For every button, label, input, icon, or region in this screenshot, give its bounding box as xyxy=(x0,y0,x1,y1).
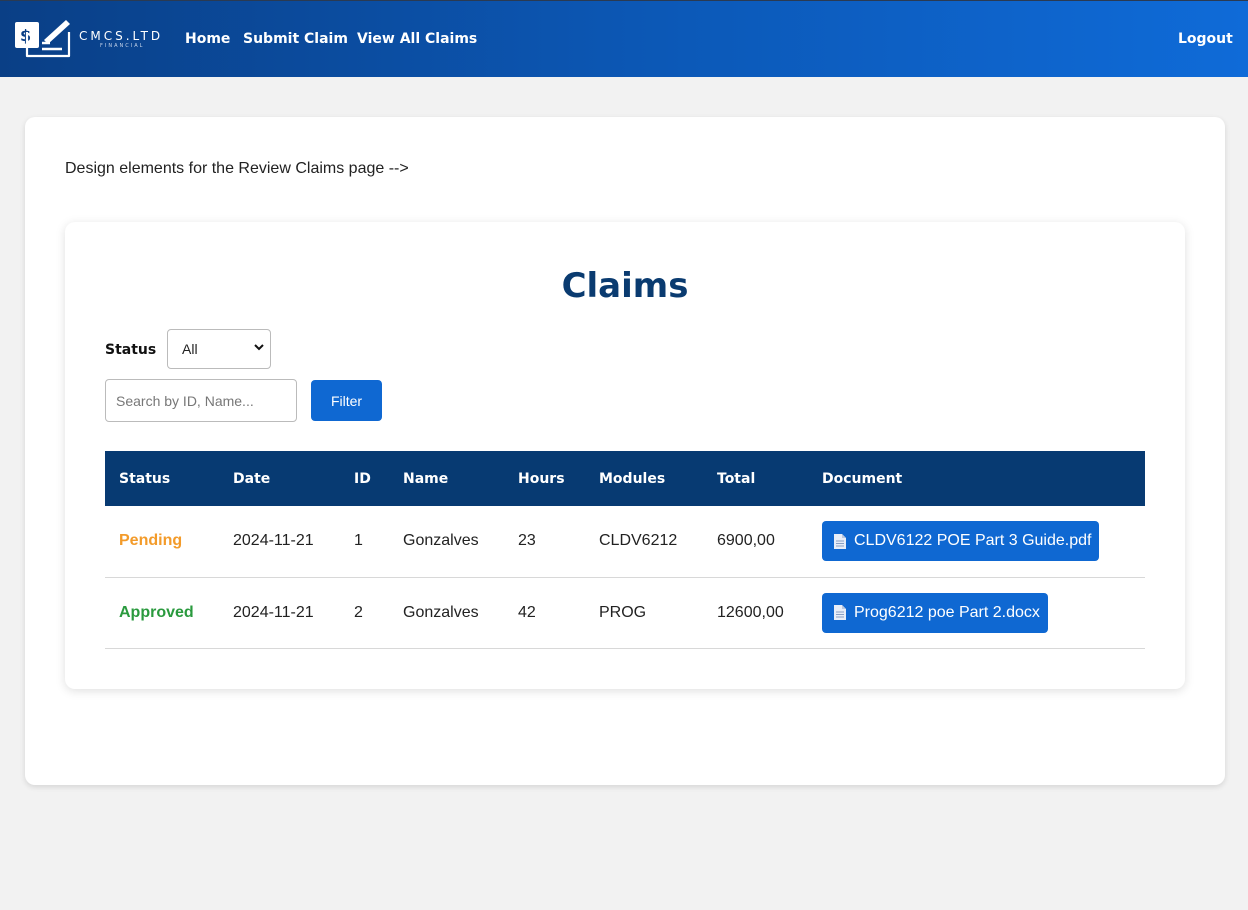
header-hours: Hours xyxy=(518,470,565,487)
status-badge-pending: Pending xyxy=(119,532,183,550)
cell-id: 1 xyxy=(354,532,363,550)
search-input[interactable] xyxy=(105,379,297,422)
status-filter-select[interactable]: All xyxy=(167,329,271,369)
status-badge-approved: Approved xyxy=(119,603,194,621)
cell-modules: CLDV6212 xyxy=(599,532,678,550)
cell-date: 2024-11-21 xyxy=(233,603,314,621)
page-container-card: Design elements for the Review Claims pa… xyxy=(25,117,1225,785)
cell-name: Gonzalves xyxy=(403,532,479,550)
cell-id: 2 xyxy=(354,603,363,621)
brand-logo[interactable]: $ CMCS.LTD FINANCIAL xyxy=(14,18,164,62)
svg-text:$: $ xyxy=(20,26,31,45)
cell-document: Prog6212 poe Part 2.docx xyxy=(808,577,1145,648)
file-icon xyxy=(834,533,846,549)
header-modules: Modules xyxy=(599,470,666,487)
brand-name: CMCS.LTD xyxy=(79,29,164,43)
design-note-text: Design elements for the Review Claims pa… xyxy=(65,160,409,177)
document-download-button[interactable]: CLDV6122 POE Part 3 Guide.pdf xyxy=(822,521,1100,562)
claims-table: Status Date ID Name Hours Modules Total … xyxy=(105,451,1145,649)
filter-button[interactable]: Filter xyxy=(311,380,382,421)
nav-view-all-claims-link[interactable]: View All Claims xyxy=(357,31,477,47)
chevron-down-icon xyxy=(254,344,264,351)
header-total: Total xyxy=(717,470,756,487)
document-filename: CLDV6122 POE Part 3 Guide.pdf xyxy=(854,532,1092,550)
document-download-button[interactable]: Prog6212 poe Part 2.docx xyxy=(822,592,1048,633)
header-document: Document xyxy=(822,470,903,487)
table-row: Approved 2024-11-21 2 Gonzalves 42 PROG … xyxy=(105,577,1145,648)
page-title: Claims xyxy=(561,266,689,306)
cell-document: CLDV6122 POE Part 3 Guide.pdf xyxy=(808,506,1145,577)
cell-name: Gonzalves xyxy=(403,603,479,621)
status-filter-label: Status xyxy=(105,342,157,358)
table-row: Pending 2024-11-21 1 Gonzalves 23 CLDV62… xyxy=(105,506,1145,577)
cell-total: 6900,00 xyxy=(717,532,775,550)
document-filename: Prog6212 poe Part 2.docx xyxy=(854,603,1040,621)
brand-tagline: FINANCIAL xyxy=(100,43,145,49)
cell-date: 2024-11-21 xyxy=(233,532,314,550)
top-navbar: $ CMCS.LTD FINANCIAL Home Submit Claim V… xyxy=(0,0,1248,77)
cell-hours: 42 xyxy=(518,603,536,621)
table-header-row: Status Date ID Name Hours Modules Total … xyxy=(105,451,1145,506)
claims-card: Claims Status All Filter Status Date ID … xyxy=(65,222,1185,689)
cell-hours: 23 xyxy=(518,532,536,550)
header-status: Status xyxy=(119,470,171,487)
status-filter-selected-value: All xyxy=(182,341,198,357)
file-icon xyxy=(834,605,846,620)
header-id: ID xyxy=(354,470,371,487)
nav-home-link[interactable]: Home xyxy=(185,31,230,47)
cell-modules: PROG xyxy=(599,603,647,621)
nav-submit-claim-link[interactable]: Submit Claim xyxy=(243,31,348,47)
document-dollar-pen-icon: $ xyxy=(15,20,71,58)
header-name: Name xyxy=(403,470,449,487)
cell-total: 12600,00 xyxy=(717,603,784,621)
logout-link[interactable]: Logout xyxy=(1178,31,1233,47)
header-date: Date xyxy=(233,470,271,487)
